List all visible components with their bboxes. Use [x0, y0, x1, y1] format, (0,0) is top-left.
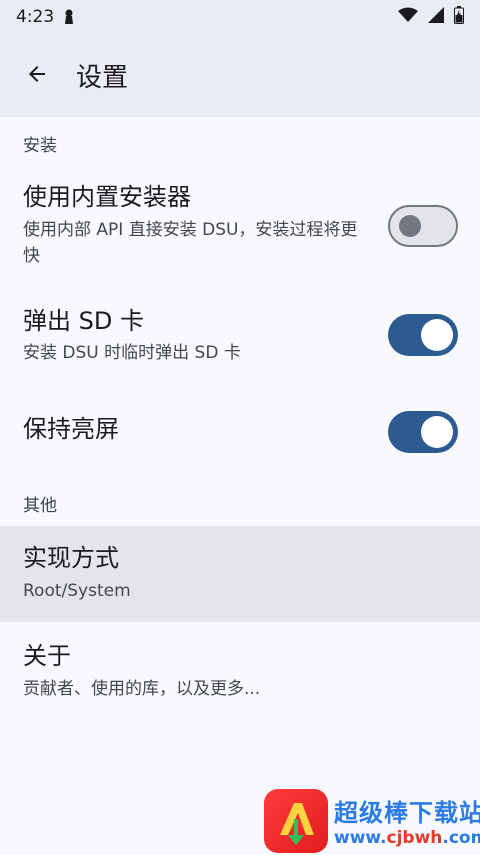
pref-title: 实现方式 [23, 544, 119, 572]
status-icons [398, 6, 464, 28]
arrow-back-icon [25, 62, 49, 90]
builtin-installer-switch[interactable] [388, 205, 458, 247]
pref-summary: 使用内部 API 直接安装 DSU，安装过程将更快 [23, 220, 358, 266]
section-header-other: 其他 [23, 496, 57, 516]
eject-sd-switch[interactable] [388, 314, 458, 356]
watermark-url-suffix: .com [442, 828, 480, 848]
pref-implementation[interactable]: 实现方式 Root/System [0, 526, 480, 622]
pref-builtin-installer[interactable]: 使用内置安装器 使用内部 API 直接安装 DSU，安装过程将更快 [0, 181, 480, 285]
wifi-icon [398, 7, 418, 27]
watermark-logo-icon [264, 788, 328, 853]
switch-thumb [421, 416, 453, 448]
watermark-text: 超级棒下载站 www.cjbwh.com [334, 793, 480, 848]
pref-about[interactable]: 关于 贡献者、使用的库，以及更多... [0, 622, 480, 718]
app-bar: 设置 [0, 34, 480, 117]
pref-summary: 安装 DSU 时临时弹出 SD 卡 [23, 343, 241, 363]
watermark: 超级棒下载站 www.cjbwh.com [264, 786, 480, 855]
pref-summary: Root/System [23, 581, 131, 601]
watermark-url-main: cjbwh [386, 828, 443, 848]
back-button[interactable] [13, 52, 61, 100]
switch-thumb [421, 319, 453, 351]
watermark-url: www.cjbwh.com [334, 828, 480, 848]
signal-icon [428, 7, 444, 27]
watermark-url-prefix: www. [334, 828, 387, 848]
page-title: 设置 [76, 63, 129, 93]
watermark-title: 超级棒下载站 [334, 799, 480, 827]
pref-title: 关于 [23, 642, 71, 670]
section-header-install: 安装 [23, 136, 57, 156]
pref-summary: 贡献者、使用的库，以及更多... [23, 679, 261, 699]
status-time: 4:23 [16, 7, 55, 27]
status-bar: 4:23 [0, 0, 480, 34]
pref-keep-screen-on[interactable]: 保持亮屏 [0, 411, 480, 453]
battery-icon [454, 6, 464, 28]
pref-eject-sd[interactable]: 弹出 SD 卡 安装 DSU 时临时弹出 SD 卡 [0, 305, 480, 377]
keep-screen-on-switch[interactable] [388, 411, 458, 453]
lock-icon [64, 9, 74, 25]
switch-thumb [399, 215, 421, 237]
